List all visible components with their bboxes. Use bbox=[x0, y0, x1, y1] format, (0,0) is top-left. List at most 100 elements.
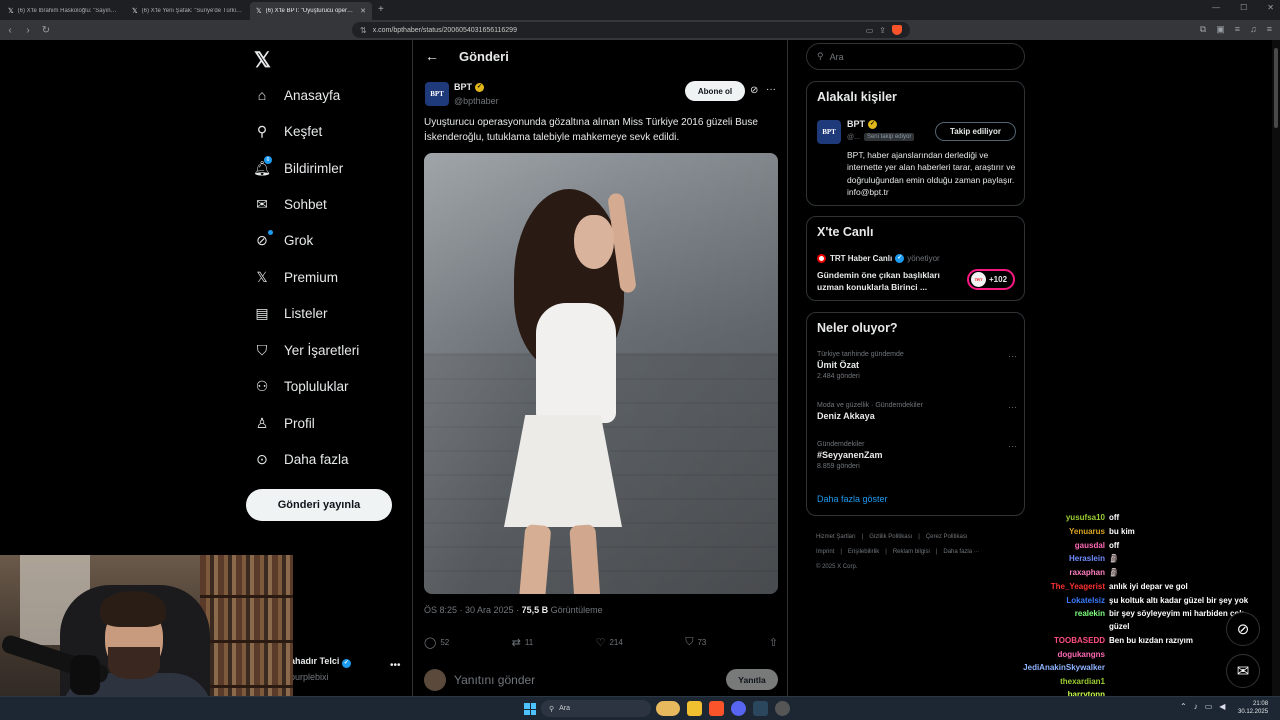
browser-tab-1[interactable]: 𝕏 (6) X'te İbrahim Haskoloğlu: "Sayın C… bbox=[2, 2, 124, 20]
search-input[interactable]: ⚲ Ara bbox=[806, 43, 1025, 70]
menu-icon[interactable]: ≡ bbox=[1235, 24, 1240, 35]
nav-item-profile[interactable]: ♙ Profil bbox=[254, 415, 315, 431]
footer-link[interactable]: Gizlilik Politikası bbox=[869, 534, 912, 540]
author-avatar[interactable]: BPT bbox=[425, 82, 449, 106]
post-button[interactable]: Gönderi yayınla bbox=[246, 489, 392, 521]
taskbar-search[interactable]: ⚲ Ara bbox=[541, 700, 651, 717]
brave-shield-icon[interactable] bbox=[892, 25, 902, 35]
post-text: Uyuşturucu operasyonunda gözaltına alına… bbox=[424, 117, 758, 143]
nav-item-more[interactable]: ⊙ Daha fazla bbox=[254, 451, 348, 467]
list-icon: ▤ bbox=[255, 304, 269, 321]
photo-top bbox=[536, 303, 616, 423]
repost-button[interactable]: ⇄ 11 bbox=[512, 636, 534, 649]
forward-arrow-icon[interactable]: › bbox=[20, 25, 36, 36]
back-arrow-icon[interactable]: ← bbox=[425, 48, 439, 64]
trt-logo-icon: TRT bbox=[971, 272, 986, 287]
footer-link[interactable]: Erişilebilirlik bbox=[848, 549, 879, 555]
reply-input[interactable]: Yanıtını gönder bbox=[454, 673, 535, 687]
post-photo[interactable] bbox=[424, 153, 778, 594]
network-icon[interactable]: ▭ bbox=[1205, 702, 1213, 711]
wallet-icon[interactable]: ▣ bbox=[1216, 24, 1225, 35]
webcam-mic bbox=[70, 655, 100, 695]
account-switcher[interactable]: ahadır Telci ✓ purplebixi bbox=[290, 656, 351, 682]
nav-item-home[interactable]: ⌂ Anasayfa bbox=[254, 87, 341, 103]
reply-button[interactable]: ◯ 52 bbox=[424, 636, 449, 649]
back-arrow-icon[interactable]: ‹ bbox=[2, 25, 18, 36]
trend-more-icon[interactable]: ··· bbox=[1008, 402, 1017, 412]
trend-item[interactable]: Moda ve güzellik · Gündemdekiler Deniz A… bbox=[817, 402, 1017, 421]
steam-icon[interactable] bbox=[753, 701, 768, 716]
related-name[interactable]: BPT ✓ bbox=[847, 119, 877, 129]
browser-tab-3-active[interactable]: 𝕏 (6) X'te BPT: "Uyuşturucu operas… ✕ bbox=[250, 2, 372, 20]
brave-browser-icon[interactable] bbox=[709, 701, 724, 716]
close-window-icon[interactable]: ✕ bbox=[1267, 3, 1274, 12]
page-scrollbar[interactable] bbox=[1272, 40, 1280, 696]
discord-icon[interactable] bbox=[731, 701, 746, 716]
taskbar-clock[interactable]: 21:08 30.12.2025 bbox=[1238, 700, 1268, 716]
account-more-icon[interactable]: ••• bbox=[390, 660, 401, 671]
nav-item-grok[interactable]: ⊘ Grok bbox=[254, 230, 313, 248]
maximize-icon[interactable]: ☐ bbox=[1240, 3, 1247, 12]
nav-item-bookmarks[interactable]: ⛉ Yer İşaretleri bbox=[254, 342, 360, 358]
volume-icon[interactable]: ◀ bbox=[1219, 702, 1225, 711]
heart-icon: ♡ bbox=[595, 637, 606, 649]
nav-item-notifications[interactable]: 🔔︎ 6 Bildirimler bbox=[253, 156, 343, 176]
footer-link[interactable]: Imprint bbox=[816, 549, 834, 555]
verified-badge-icon: ✓ bbox=[341, 659, 351, 668]
footer-link[interactable]: Çerez Politikası bbox=[926, 534, 968, 540]
trend-more-icon[interactable]: ··· bbox=[1008, 351, 1017, 361]
trend-more-icon[interactable]: ··· bbox=[1008, 441, 1017, 451]
bookmark-button[interactable]: ⛉ 73 bbox=[685, 636, 706, 649]
related-avatar[interactable]: BPT bbox=[817, 120, 841, 144]
author-info[interactable]: BPT ✓ @bpthaber bbox=[454, 82, 499, 106]
nav-item-premium[interactable]: 𝕏 Premium bbox=[254, 269, 338, 285]
footer-link[interactable]: Reklam bilgisi bbox=[893, 549, 930, 555]
footer-link[interactable]: Hizmet Şartları bbox=[816, 534, 856, 540]
file-explorer-icon[interactable] bbox=[687, 701, 702, 716]
following-button[interactable]: Takip ediliyor bbox=[935, 122, 1016, 141]
music-icon[interactable]: ♫ bbox=[1250, 24, 1257, 35]
close-tab-icon[interactable]: ✕ bbox=[360, 7, 366, 15]
widget-icon[interactable] bbox=[656, 701, 680, 716]
more-options-icon[interactable]: ··· bbox=[766, 84, 776, 95]
obs-icon[interactable] bbox=[775, 701, 790, 716]
mic-icon[interactable]: ♪ bbox=[1194, 702, 1198, 711]
url-text: x.com/bpthaber/status/200605403165611629… bbox=[372, 26, 517, 34]
verified-gold-icon: ✓ bbox=[868, 119, 877, 129]
new-tab-button[interactable]: + bbox=[378, 2, 384, 20]
chat-message: realekin bir şey söyleyeyim mi harbiden ç… bbox=[1074, 609, 1244, 618]
reply-submit-button[interactable]: Yanıtla bbox=[726, 669, 778, 690]
subscribe-button[interactable]: Abone ol bbox=[685, 81, 745, 101]
nav-item-lists[interactable]: ▤ Listeler bbox=[254, 304, 328, 321]
messages-fab-icon[interactable]: ✉ bbox=[1226, 654, 1260, 688]
address-bar[interactable]: ⇅ x.com/bpthaber/status/2006054031656116… bbox=[352, 22, 910, 38]
show-more-link[interactable]: Daha fazla göster bbox=[817, 494, 888, 504]
browser-tab-2[interactable]: 𝕏 (6) X'te Yeni Şafak: "Suriye'de Türkiye… bbox=[126, 2, 248, 20]
trend-item[interactable]: Gündemdekiler #SeyyanenZam 8.859 gönderi… bbox=[817, 441, 1017, 470]
extensions-icon[interactable]: ⧉ bbox=[1200, 24, 1206, 35]
live-card[interactable]: X'te Canlı TRT Haber Canlı ✓ yönetiyor Gün… bbox=[806, 216, 1025, 301]
windows-start-icon[interactable] bbox=[524, 703, 536, 715]
more-menu-icon[interactable]: ≡ bbox=[1267, 24, 1272, 35]
webcam-person-beard bbox=[108, 647, 160, 679]
footer-link[interactable]: Daha fazla ··· bbox=[943, 549, 979, 555]
reload-icon[interactable]: ↻ bbox=[38, 25, 54, 36]
minimize-icon[interactable]: — bbox=[1212, 3, 1220, 12]
site-info-icon[interactable]: ⇅ bbox=[360, 26, 367, 35]
search-icon: ⚲ bbox=[817, 51, 824, 61]
cast-icon[interactable]: ▭ bbox=[866, 26, 874, 35]
live-listeners-pill[interactable]: TRT +102 bbox=[967, 269, 1015, 290]
trend-item[interactable]: Türkiye tarihinde gündemde Ümit Özat 2.4… bbox=[817, 351, 1017, 380]
like-button[interactable]: ♡ 214 bbox=[596, 636, 623, 649]
x-logo-icon[interactable]: 𝕏 bbox=[254, 48, 271, 73]
share-button[interactable]: ⇧ bbox=[769, 636, 778, 649]
nav-item-communities[interactable]: ⚇ Topluluklar bbox=[254, 378, 349, 394]
grok-fab-icon[interactable]: ⊘ bbox=[1226, 612, 1260, 646]
chevron-up-icon[interactable]: ⌃ bbox=[1180, 702, 1187, 711]
nav-item-explore[interactable]: ⚲ Keşfet bbox=[254, 123, 322, 139]
share-icon[interactable]: ⇪ bbox=[879, 26, 886, 35]
grok-explain-icon[interactable]: ⊘ bbox=[750, 85, 758, 96]
x-favicon-icon: 𝕏 bbox=[8, 8, 14, 15]
nav-item-chat[interactable]: ✉ Sohbet bbox=[254, 196, 327, 212]
nav-label: Listeler bbox=[284, 305, 328, 321]
